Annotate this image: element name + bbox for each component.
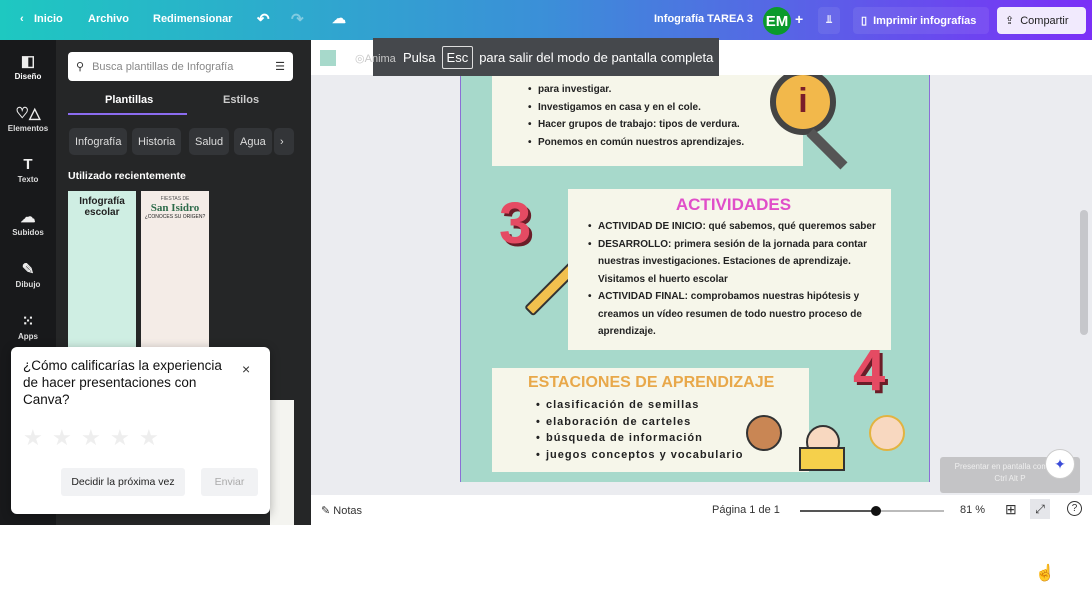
chip-salud[interactable]: Salud [189, 128, 230, 155]
list-item: para investigar. [538, 84, 612, 95]
decide-later-button[interactable]: Decidir la próxima vez [61, 468, 185, 496]
section-number: 3 [499, 191, 532, 256]
page-indicator[interactable]: Página 1 de 1 [712, 504, 780, 516]
fullscreen-icon[interactable]: ⤢ [1030, 499, 1050, 519]
chip-historia[interactable]: Historia [132, 128, 182, 155]
card-activities: ACTIVIDADES ACTIVIDAD DE INICIO: qué sab… [568, 189, 891, 350]
chip-agua[interactable]: Agua [234, 128, 272, 155]
shapes-icon: ♡△ [15, 105, 41, 122]
rating-dialog: ¿Cómo calificarías la experiencia de hac… [11, 347, 270, 514]
rail-apps[interactable]: ⁙ Apps [0, 312, 56, 341]
animate-button[interactable]: ◎Anima [355, 52, 396, 65]
color-swatch[interactable] [320, 50, 336, 66]
magic-sparkle-icon[interactable]: ✦ [1045, 449, 1075, 479]
print-icon: ▯ [861, 15, 868, 27]
stations-title: ESTACIONES DE APRENDIZAJE [528, 374, 775, 391]
chips-next-chevron-icon[interactable]: › [274, 128, 294, 155]
text-icon: T [23, 156, 33, 173]
chip-infografia[interactable]: Infografía [69, 128, 128, 155]
undo-icon[interactable]: ↶ [257, 10, 270, 28]
template-thumb[interactable] [270, 400, 294, 525]
zoom-slider[interactable] [800, 506, 944, 516]
search-icon: ⚲ [76, 61, 85, 73]
esc-key: Esc [441, 45, 474, 69]
apps-grid-icon: ⁙ [21, 313, 35, 330]
fullscreen-notice: Pulsa Esc para salir del modo de pantall… [373, 38, 719, 76]
template-thumb-san-isidro[interactable]: FIESTAS DE San Isidro ¿CONOCES SU ORIGEN? [141, 191, 209, 351]
list-item: DESARROLLO: primera sesión de la jornada… [588, 236, 879, 289]
zoom-slider-handle[interactable] [871, 506, 881, 516]
hand-cursor-icon: ☝ [1035, 565, 1055, 582]
list-item: Investigamos en casa y en el cole. [528, 99, 803, 117]
document-title[interactable]: Infografía TAREA 3 [654, 13, 753, 25]
home-link[interactable]: Inicio [34, 13, 63, 25]
bottom-bar: ✎ Notas Página 1 de 1 81 % ⊞ ⤢ ? [311, 495, 1092, 525]
back-chevron-icon[interactable]: ‹ [20, 13, 24, 25]
rail-elements[interactable]: ♡△ Elementos [0, 104, 56, 133]
draw-icon: ✎ [21, 261, 35, 278]
list-item: ACTIVIDAD DE INICIO: qué sabemos, qué qu… [588, 218, 879, 236]
book-illustration [799, 447, 845, 471]
send-button[interactable]: Enviar [201, 468, 258, 496]
tab-templates[interactable]: Plantillas [105, 94, 153, 106]
add-collaborator-icon[interactable]: + [795, 11, 803, 27]
rail-draw[interactable]: ✎ Dibujo [0, 260, 56, 289]
redo-icon[interactable]: ↷ [291, 10, 304, 28]
kid-illustration [746, 415, 782, 451]
resize-menu[interactable]: Redimensionar [153, 13, 232, 25]
dialog-question: ¿Cómo calificarías la experiencia de hac… [23, 358, 222, 407]
magnifier-info-icon: i [770, 75, 836, 135]
section-number: 4 [853, 338, 886, 403]
file-menu[interactable]: Archivo [88, 13, 129, 25]
tab-styles[interactable]: Estilos [223, 94, 259, 106]
vertical-scrollbar[interactable] [1080, 210, 1088, 335]
list-item: ACTIVIDAD FINAL: comprobamos nuestras hi… [588, 288, 879, 341]
list-item: clasificación de semillas [536, 397, 809, 414]
template-search-input[interactable]: ⚲ Busca plantillas de Infografía ☰ [68, 52, 293, 81]
template-thumb-infografia-escolar[interactable]: Infografía escolar [68, 191, 136, 351]
cloud-saved-icon[interactable]: ☁ [332, 10, 346, 27]
infographic-page: para investigar. Investigamos en casa y … [460, 75, 930, 482]
upload-icon: ⇪ [1005, 15, 1015, 27]
rail-uploads[interactable]: ☁ Subidos [0, 208, 56, 237]
recent-heading: Utilizado recientemente [68, 170, 186, 182]
cloud-upload-icon: ☁ [20, 209, 36, 226]
rail-design[interactable]: ◧ Diseño [0, 52, 56, 81]
active-tab-indicator [68, 113, 187, 115]
print-button[interactable]: ▯ Imprimir infografías [853, 7, 989, 34]
notes-button[interactable]: ✎ Notas [321, 504, 362, 517]
magnifier-handle [806, 128, 848, 170]
star-1-icon[interactable]: ★ [23, 425, 43, 451]
zoom-level[interactable]: 81 % [960, 504, 985, 516]
star-3-icon[interactable]: ★ [81, 425, 101, 451]
notes-icon: ✎ [321, 505, 331, 517]
grid-view-icon[interactable]: ⊞ [1005, 501, 1017, 518]
layout-icon: ◧ [20, 53, 36, 70]
list-item: Hacer grupos de trabajo: tipos de verdur… [528, 116, 803, 134]
analytics-icon[interactable]: ⫫ [818, 7, 841, 34]
top-bar: ‹ Inicio Archivo Redimensionar ↶ ↷ ☁ Inf… [0, 0, 1092, 40]
filter-icon[interactable]: ☰ [275, 60, 285, 73]
close-icon[interactable]: × [242, 361, 250, 377]
share-button[interactable]: ⇪ Compartir [997, 7, 1086, 34]
card-section-2: para investigar. Investigamos en casa y … [492, 75, 803, 166]
star-2-icon[interactable]: ★ [52, 425, 72, 451]
animate-icon: ◎ [355, 53, 365, 65]
list-item: Ponemos en común nuestros aprendizajes. [528, 134, 803, 152]
activities-title: ACTIVIDADES [675, 195, 792, 214]
avatar[interactable]: EM [763, 7, 791, 35]
rail-text[interactable]: T Texto [0, 156, 56, 184]
help-icon[interactable]: ? [1067, 501, 1082, 516]
star-4-icon[interactable]: ★ [110, 425, 130, 451]
star-5-icon[interactable]: ★ [139, 425, 159, 451]
kid-illustration [869, 415, 905, 451]
